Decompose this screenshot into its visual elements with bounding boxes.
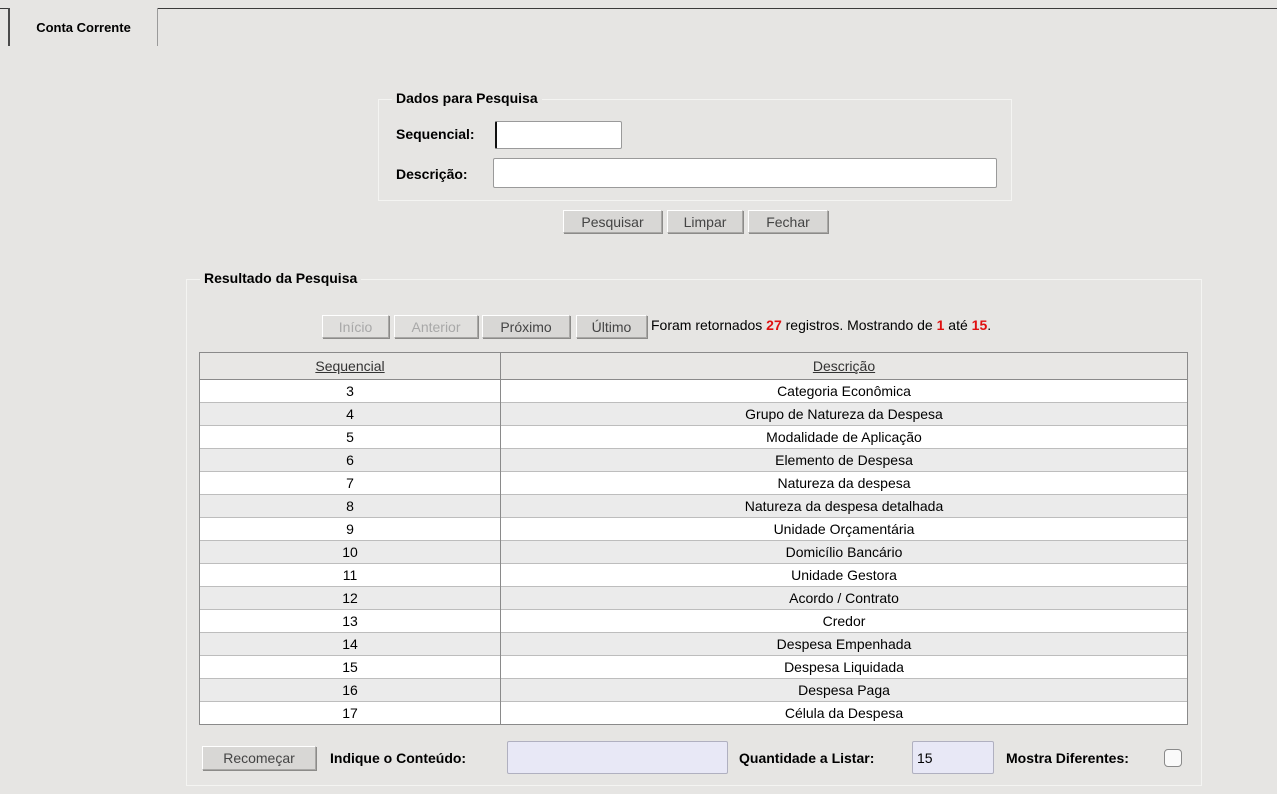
- fechar-button[interactable]: Fechar: [748, 210, 828, 233]
- conteudo-label: Indique o Conteúdo:: [330, 750, 467, 766]
- status-suffix: .: [987, 317, 992, 333]
- table-header-row: Sequencial Descrição: [199, 352, 1188, 380]
- pesquisar-button[interactable]: Pesquisar: [563, 210, 662, 233]
- cell-descricao: Domicílio Bancário: [500, 540, 1188, 564]
- cell-sequencial: 8: [199, 494, 501, 518]
- status-until: até: [944, 317, 972, 333]
- anterior-button[interactable]: Anterior: [394, 315, 478, 338]
- cell-descricao: Modalidade de Aplicação: [500, 425, 1188, 449]
- top-border: [0, 8, 1277, 9]
- cell-descricao: Natureza da despesa: [500, 471, 1188, 495]
- table-row[interactable]: 10 Domicílio Bancário: [199, 540, 1188, 564]
- sequencial-label: Sequencial:: [396, 126, 475, 142]
- status-total: 27: [766, 317, 782, 333]
- cell-sequencial: 5: [199, 425, 501, 449]
- cell-descricao: Acordo / Contrato: [500, 586, 1188, 610]
- cell-sequencial: 17: [199, 701, 501, 725]
- cell-sequencial: 4: [199, 402, 501, 426]
- column-header-sequencial[interactable]: Sequencial: [199, 352, 501, 380]
- ultimo-button[interactable]: Último: [576, 315, 647, 338]
- descricao-input[interactable]: [493, 158, 997, 188]
- table-row[interactable]: 13 Credor: [199, 609, 1188, 633]
- cell-sequencial: 6: [199, 448, 501, 472]
- table-row[interactable]: 9 Unidade Orçamentária: [199, 517, 1188, 541]
- cell-sequencial: 12: [199, 586, 501, 610]
- status-to: 15: [971, 317, 988, 333]
- proximo-button[interactable]: Próximo: [482, 315, 570, 338]
- table-row[interactable]: 3 Categoria Econômica: [199, 379, 1188, 403]
- cell-sequencial: 9: [199, 517, 501, 541]
- cell-sequencial: 13: [199, 609, 501, 633]
- table-row[interactable]: 12 Acordo / Contrato: [199, 586, 1188, 610]
- cell-descricao: Elemento de Despesa: [500, 448, 1188, 472]
- table-row[interactable]: 8 Natureza da despesa detalhada: [199, 494, 1188, 518]
- table-row[interactable]: 4 Grupo de Natureza da Despesa: [199, 402, 1188, 426]
- column-header-descricao[interactable]: Descrição: [500, 352, 1188, 380]
- cell-sequencial: 7: [199, 471, 501, 495]
- status-prefix: Foram retornados: [651, 317, 767, 333]
- cell-descricao: Despesa Liquidada: [500, 655, 1188, 679]
- tab-conta-corrente[interactable]: Conta Corrente: [8, 8, 158, 46]
- table-row[interactable]: 6 Elemento de Despesa: [199, 448, 1188, 472]
- cell-descricao: Unidade Orçamentária: [500, 517, 1188, 541]
- results-legend: Resultado da Pesquisa: [200, 270, 362, 286]
- inicio-button[interactable]: Início: [322, 315, 389, 338]
- cell-descricao: Despesa Empenhada: [500, 632, 1188, 656]
- cell-sequencial: 15: [199, 655, 501, 679]
- results-table: Sequencial Descrição 3 Categoria Econômic…: [199, 352, 1188, 725]
- cell-sequencial: 14: [199, 632, 501, 656]
- cell-sequencial: 16: [199, 678, 501, 702]
- table-row[interactable]: 17 Célula da Despesa: [199, 701, 1188, 725]
- limpar-button[interactable]: Limpar: [667, 210, 743, 233]
- quantidade-label: Quantidade a Listar:: [739, 750, 875, 766]
- table-row[interactable]: 5 Modalidade de Aplicação: [199, 425, 1188, 449]
- status-middle: registros. Mostrando de: [781, 317, 937, 333]
- table-row[interactable]: 7 Natureza da despesa: [199, 471, 1188, 495]
- cell-sequencial: 10: [199, 540, 501, 564]
- table-row[interactable]: 16 Despesa Paga: [199, 678, 1188, 702]
- cell-descricao: Unidade Gestora: [500, 563, 1188, 587]
- cell-descricao: Grupo de Natureza da Despesa: [500, 402, 1188, 426]
- results-status: Foram retornados 27 registros. Mostrando…: [651, 317, 991, 333]
- recomecar-button[interactable]: Recomeçar: [202, 746, 316, 770]
- mostra-diferentes-label: Mostra Diferentes:: [1006, 750, 1129, 766]
- conteudo-input[interactable]: [507, 741, 728, 774]
- cell-descricao: Natureza da despesa detalhada: [500, 494, 1188, 518]
- cell-descricao: Categoria Econômica: [500, 379, 1188, 403]
- table-row[interactable]: 11 Unidade Gestora: [199, 563, 1188, 587]
- cell-descricao: Célula da Despesa: [500, 701, 1188, 725]
- cell-descricao: Despesa Paga: [500, 678, 1188, 702]
- sequencial-input[interactable]: [495, 121, 622, 149]
- descricao-label: Descrição:: [396, 166, 468, 182]
- mostra-diferentes-checkbox[interactable]: [1164, 749, 1182, 767]
- cell-sequencial: 3: [199, 379, 501, 403]
- table-row[interactable]: 14 Despesa Empenhada: [199, 632, 1188, 656]
- cell-sequencial: 11: [199, 563, 501, 587]
- search-legend: Dados para Pesquisa: [392, 90, 542, 106]
- quantidade-input[interactable]: [912, 741, 994, 774]
- cell-descricao: Credor: [500, 609, 1188, 633]
- table-row[interactable]: 15 Despesa Liquidada: [199, 655, 1188, 679]
